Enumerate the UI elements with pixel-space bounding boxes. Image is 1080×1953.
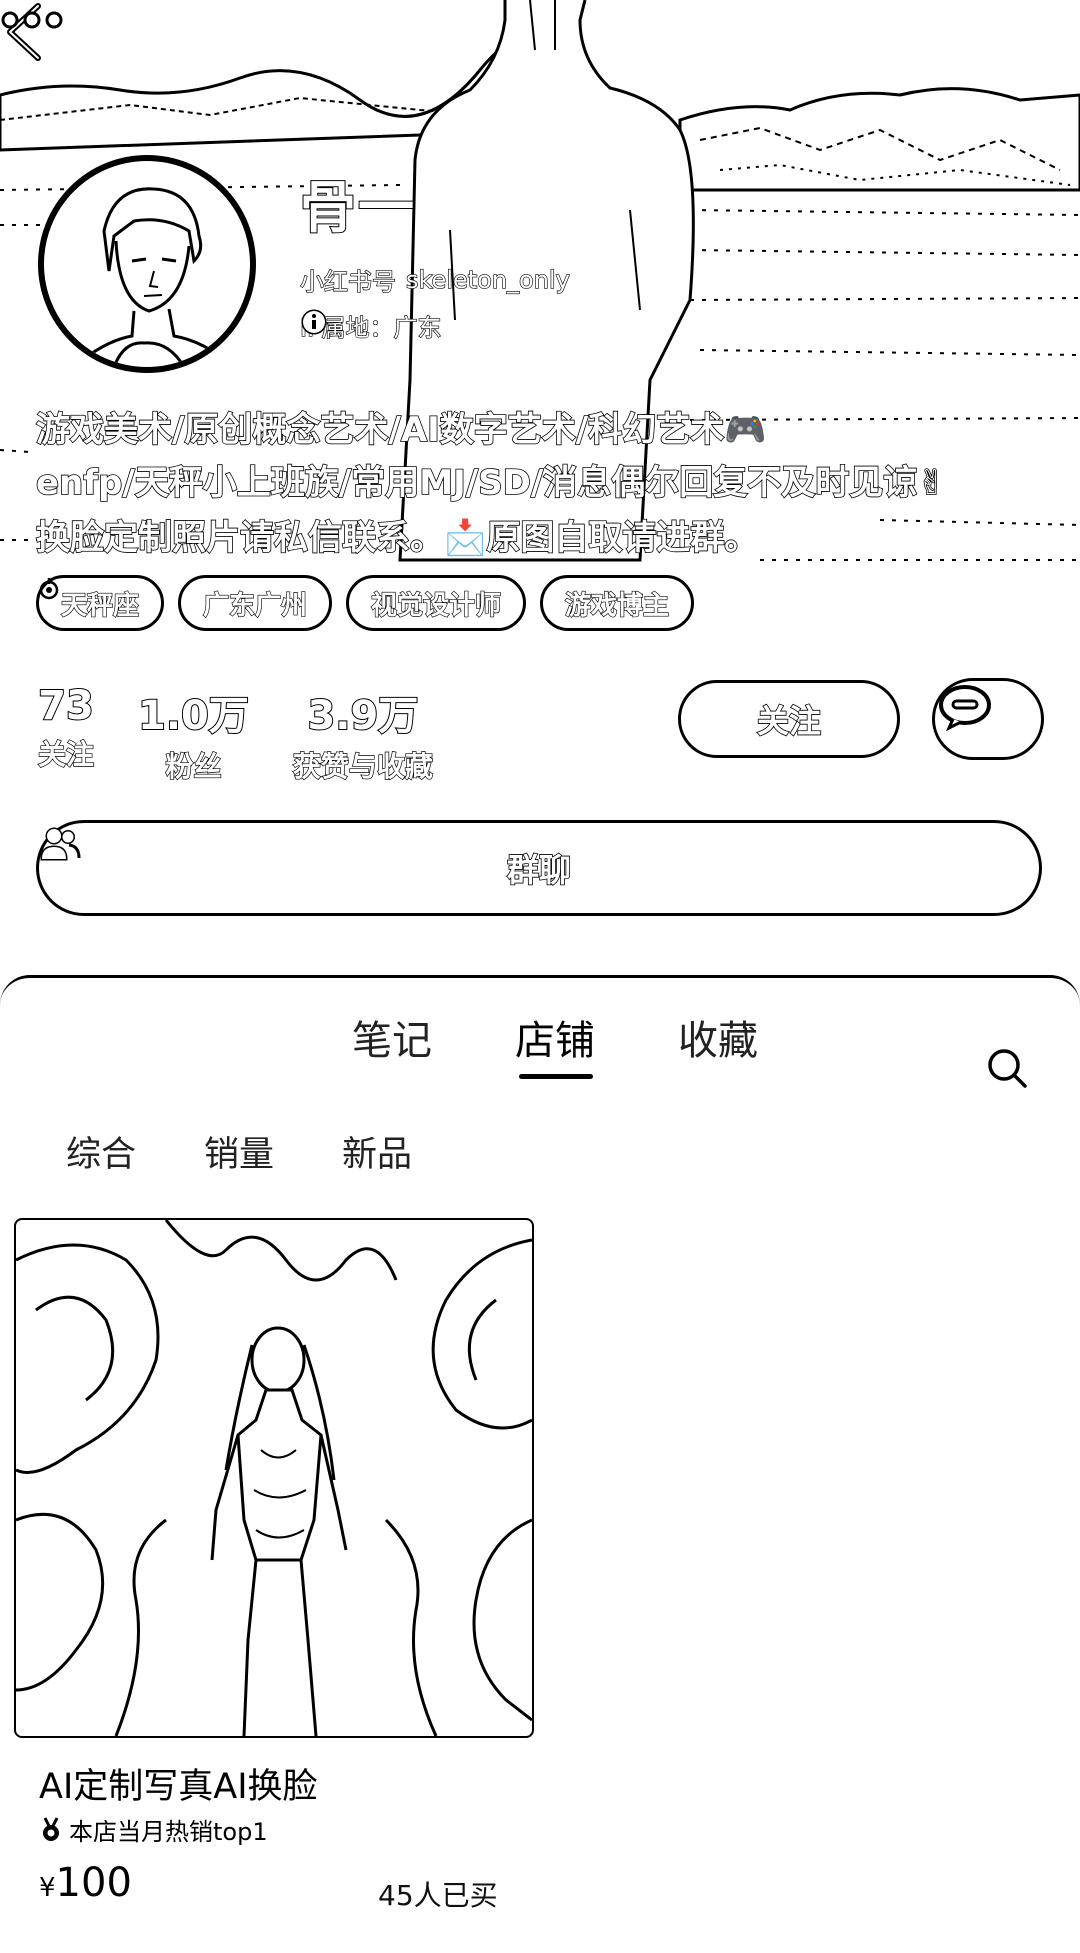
- tag-profession[interactable]: 视觉设计师: [346, 575, 527, 631]
- stat-followers[interactable]: 1.0万 粉丝: [137, 683, 250, 785]
- avatar[interactable]: [38, 155, 256, 373]
- product-sketch: [16, 1220, 532, 1736]
- tag-location[interactable]: 广东广州: [178, 575, 333, 631]
- bio-line: enfp/天秤小上班族/常用MJ/SD/消息偶尔回复不及时见谅✌: [35, 462, 946, 504]
- group-chat-button[interactable]: 群聊: [36, 820, 1042, 916]
- medal-icon: [43, 1816, 59, 1841]
- username: 骨一: [299, 175, 416, 242]
- info-icon[interactable]: [300, 308, 328, 336]
- product-sold-count: 45人已买: [378, 1879, 498, 1912]
- tag-label: 游戏博主: [564, 590, 670, 621]
- user-id-value[interactable]: skeleton_only: [405, 265, 570, 294]
- active-tab-indicator: [519, 1074, 593, 1079]
- tag-label: 广东广州: [202, 590, 308, 621]
- bio-line: 换脸定制照片请私信联系。📩原图自取请进群。: [35, 517, 759, 559]
- tag-label: 天秤座: [60, 590, 140, 621]
- follow-button[interactable]: 关注: [678, 680, 900, 758]
- chat-bubble-icon: [939, 685, 991, 731]
- price-value: 100: [55, 1860, 132, 1906]
- tab-bar: 笔记 店铺 收藏: [0, 1008, 1080, 1088]
- more-dots-icon[interactable]: [0, 0, 64, 40]
- stat-value: 3.9万: [306, 692, 419, 740]
- product-card[interactable]: AI定制写真AI换脸 本店当月热销top1 ¥100 45人已买: [14, 1218, 534, 1938]
- content-panel: 笔记 店铺 收藏 综合 销量 新品 AI定制写真AI换脸 本店当月热销top1 …: [0, 975, 1080, 1953]
- user-id-label: 小红书号: [299, 267, 396, 296]
- group-chat-label: 群聊: [506, 850, 572, 890]
- ip-location-line: IP属地：广东: [299, 308, 442, 343]
- search-icon[interactable]: [985, 1046, 1029, 1090]
- product-title[interactable]: AI定制写真AI换脸: [39, 1758, 318, 1809]
- tab-favorites[interactable]: 收藏: [678, 1008, 758, 1066]
- tab-shop[interactable]: 店铺: [515, 1008, 595, 1066]
- stat-label: 关注: [37, 737, 95, 771]
- profile-page: 骨一 小红书号 skeleton_only IP属地：广东 游戏美术/原创概念艺…: [0, 0, 1080, 1953]
- message-button[interactable]: [932, 678, 1044, 760]
- product-image[interactable]: [14, 1218, 534, 1738]
- product-price: ¥100: [39, 1860, 132, 1906]
- stat-likes-collections[interactable]: 3.9万 获赞与收藏: [292, 683, 433, 785]
- tab-notes[interactable]: 笔记: [352, 1008, 432, 1066]
- avatar-sketch: [73, 187, 235, 367]
- stat-value: 73: [37, 682, 95, 730]
- price-currency: ¥: [39, 1873, 56, 1903]
- tag-zodiac[interactable]: 天秤座: [36, 575, 165, 631]
- bio-line: 游戏美术/原创概念艺术/AI数字艺术/科幻艺术🎮: [35, 409, 767, 451]
- filter-overall[interactable]: 综合: [66, 1126, 136, 1177]
- stat-label: 获赞与收藏: [292, 749, 433, 783]
- filter-new[interactable]: 新品: [342, 1126, 412, 1177]
- user-id-line: 小红书号 skeleton_only: [299, 262, 570, 297]
- product-badge-text: 本店当月热销top1: [69, 1818, 268, 1846]
- people-icon: [40, 827, 81, 861]
- profile-tags: 天秤座 广东广州 视觉设计师 游戏博主: [36, 575, 695, 631]
- libra-icon: [39, 578, 59, 600]
- filter-bar: 综合 销量 新品: [66, 1126, 412, 1177]
- tag-label: 视觉设计师: [370, 590, 502, 621]
- tag-category[interactable]: 游戏博主: [540, 575, 695, 631]
- stat-value: 1.0万: [137, 692, 250, 740]
- profile-stats: 73 关注 1.0万 粉丝 3.9万 获赞与收藏: [37, 682, 433, 785]
- stat-following[interactable]: 73 关注: [37, 682, 95, 785]
- stat-label: 粉丝: [165, 749, 222, 783]
- filter-sales[interactable]: 销量: [204, 1126, 274, 1177]
- profile-header-background: 骨一 小红书号 skeleton_only IP属地：广东 游戏美术/原创概念艺…: [0, 0, 1080, 985]
- product-badge: 本店当月热销top1: [39, 1812, 268, 1847]
